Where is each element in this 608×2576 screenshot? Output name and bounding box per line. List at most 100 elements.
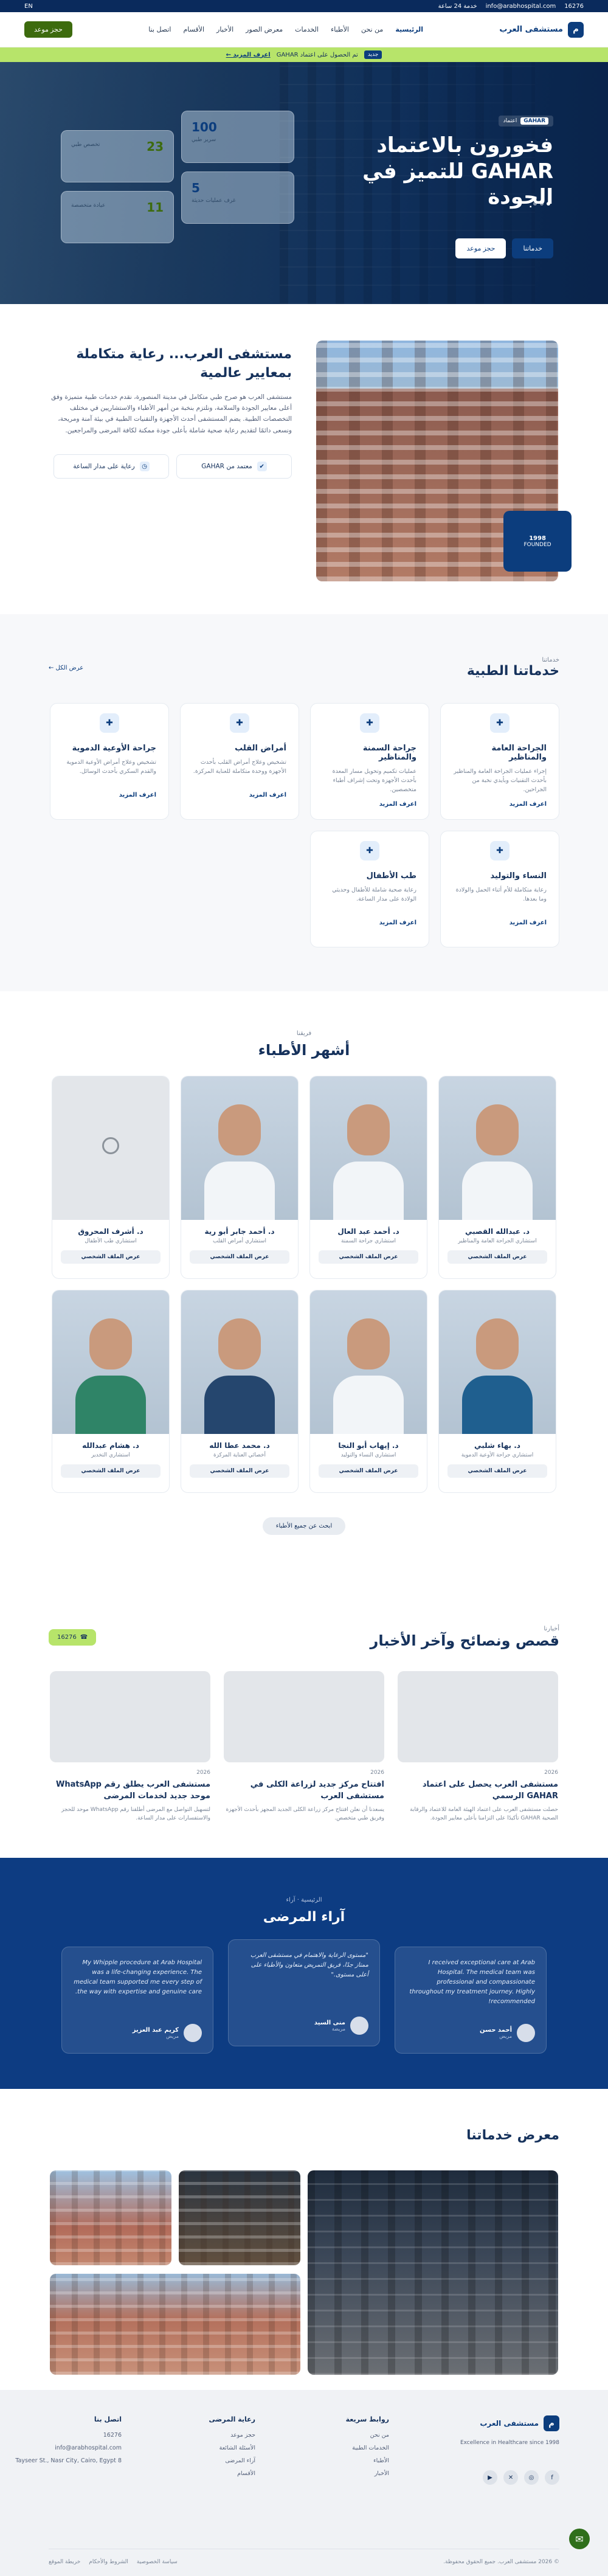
gallery-image-building[interactable] (50, 2274, 300, 2375)
news-title[interactable]: مستشفى العرب يطلق رقم WhatsApp موحد جديد… (50, 1779, 210, 1802)
service-more-link[interactable]: اعرف المزيد (453, 801, 547, 808)
all-doctors-button[interactable]: ابحث عن جميع الأطباء (262, 1517, 346, 1535)
doctor-card[interactable]: د. عبدالله القصبي استشاري الجراحة العامة … (438, 1076, 556, 1279)
nav-about[interactable]: من نحن (361, 26, 383, 33)
sitemap-link[interactable]: خريطة الموقع (49, 2559, 80, 2565)
doctor-card[interactable]: د. أحمد عبد العال استشاري جراحة السمنة عرض… (309, 1076, 427, 1279)
view-all-services-link[interactable]: عرض الكل ← (49, 665, 83, 671)
gallery-image-entrance[interactable] (179, 2170, 300, 2265)
book-appointment-button[interactable]: حجز موعد (24, 21, 72, 38)
footer-link[interactable]: الأطباء (274, 2457, 389, 2464)
view-profile-button[interactable]: عرض الملف الشخصي (447, 1464, 547, 1478)
doctor-specialty: استشاري أمراض القلب (213, 1238, 266, 1244)
footer-link[interactable]: الخدمات الطبية (274, 2445, 389, 2451)
service-more-link[interactable]: اعرف المزيد (193, 792, 286, 798)
nav-contact[interactable]: اتصل بنا (148, 26, 171, 33)
footer-col-title: رعاية المرضى (209, 2415, 255, 2423)
footer-link[interactable]: آراء المرضى (140, 2457, 255, 2464)
doctor-body (75, 1376, 146, 1434)
footer-link[interactable]: الأخبار (274, 2470, 389, 2477)
nav-services[interactable]: الخدمات (295, 26, 319, 33)
view-profile-button[interactable]: عرض الملف الشخصي (319, 1250, 418, 1264)
service-title: أمراض القلب (235, 744, 286, 753)
main-nav: الرئيسية من نحن الأطباء الخدمات معرض الص… (148, 26, 423, 33)
brand[interactable]: م مستشفى العرب (499, 21, 584, 38)
doctor-card[interactable]: د. محمد عطا الله أخصائي العناية المركزة عر… (181, 1290, 299, 1493)
whatsapp-float-button[interactable]: ✉ (569, 2529, 590, 2549)
gallery-image-facade[interactable] (50, 2170, 171, 2265)
gallery-image-night[interactable] (308, 2170, 558, 2375)
doctor-card[interactable]: د. هشام عبدالله استشاري التخدير عرض الملف … (52, 1290, 170, 1493)
view-profile-button[interactable]: عرض الملف الشخصي (61, 1250, 161, 1264)
social-links: f ◎ ✕ ▶ (407, 2470, 559, 2485)
service-more-link[interactable]: اعرف المزيد (63, 792, 156, 798)
services-title: خدماتنا الطبية (466, 663, 559, 679)
footer-link[interactable]: حجز موعد (140, 2432, 255, 2439)
carousel-dot[interactable] (540, 202, 544, 206)
news-date: 2026 (544, 1770, 558, 1776)
terms-link[interactable]: الشروط والأحكام (89, 2559, 128, 2565)
privacy-link[interactable]: سياسة الخصوصية (137, 2559, 178, 2565)
news-image (50, 1671, 210, 1762)
view-profile-button[interactable]: عرض الملف الشخصي (447, 1250, 547, 1264)
footer-quick-links: روابط سريعة من نحن الخدمات الطبية الأطبا… (274, 2415, 389, 2485)
news-card[interactable]: 2026 افتتاح مركز جديد لزراعة الكلى في مست… (224, 1671, 384, 1823)
doctor-name: د. أحمد عبد العال (337, 1227, 399, 1236)
view-profile-button[interactable]: عرض الملف الشخصي (61, 1464, 161, 1478)
founded-badge: 1998 FOUNDED (503, 511, 572, 572)
testimonial-quote: "مستوى الرعاية والاهتمام في مستشفى العرب… (250, 1952, 368, 1978)
footer-link[interactable]: الأسئلة الشائعة (140, 2445, 255, 2451)
hero-book-button[interactable]: حجز موعد (455, 238, 506, 258)
footer-link[interactable]: من نحن (274, 2432, 389, 2439)
announcement-link[interactable]: اعرف المزيد ← (226, 52, 271, 58)
instagram-icon[interactable]: ◎ (524, 2470, 539, 2485)
youtube-icon[interactable]: ▶ (483, 2470, 497, 2485)
language-switch[interactable]: EN (24, 3, 33, 10)
footer-link[interactable]: الأقسام (140, 2470, 255, 2477)
doctor-name: د. عبدالله القصبي (465, 1227, 530, 1236)
service-card[interactable]: ✚ أمراض القلب تشخيص وعلاج أمراض القلب بأحد… (180, 703, 299, 820)
nav-departments[interactable]: الأقسام (183, 26, 204, 33)
news-card[interactable]: 2026 مستشفى العرب يحصل على اعتماد GAHAR ا… (398, 1671, 558, 1823)
phone-text[interactable]: 16276 (564, 3, 584, 10)
stat-card: 5 غرف عمليات حديثة (181, 171, 294, 224)
hero-section: GAHAR اعتماد فخورون بالاعتماد GAHAR للتم… (0, 62, 608, 304)
services-button[interactable]: خدماتنا (512, 238, 553, 258)
service-card[interactable]: ✚ الجراحة العامة والمناظير إجراء عمليات ال… (440, 703, 559, 820)
view-profile-button[interactable]: عرض الملف الشخصي (190, 1250, 289, 1264)
service-card[interactable]: ✚ جراحة السمنة والمناظير عمليات تكميم وتحو… (310, 703, 429, 820)
news-title[interactable]: افتتاح مركز جديد لزراعة الكلى في مستشفى … (224, 1779, 384, 1802)
doctor-photo (52, 1290, 169, 1434)
service-more-link[interactable]: اعرف المزيد (323, 801, 416, 808)
footer-phone[interactable]: 16276 (0, 2432, 122, 2439)
services-grid: ✚ الجراحة العامة والمناظير إجراء عمليات ال… (0, 703, 608, 947)
hotline-chip[interactable]: ☎ 16276 (49, 1629, 97, 1646)
news-title[interactable]: مستشفى العرب يحصل على اعتماد GAHAR الرسم… (398, 1779, 558, 1802)
service-more-link[interactable]: اعرف المزيد (453, 919, 547, 926)
x-icon[interactable]: ✕ (503, 2470, 518, 2485)
service-card[interactable]: ✚ طب الأطفال رعاية صحية شاملة للأطفال وحدي… (310, 831, 429, 947)
nav-home[interactable]: الرئيسية (395, 26, 423, 33)
doctor-card[interactable]: د. أحمد جابر أبو رية استشاري أمراض القلب ع… (181, 1076, 299, 1279)
brand-name: مستشفى العرب (499, 25, 563, 34)
nav-news[interactable]: الأخبار (216, 26, 233, 33)
view-profile-button[interactable]: عرض الملف الشخصي (319, 1464, 418, 1478)
view-profile-button[interactable]: عرض الملف الشخصي (190, 1464, 289, 1478)
doctor-card[interactable]: د. بهاء شلبي استشاري جراحة الأوعية الدموي… (438, 1290, 556, 1493)
footer-email[interactable]: info@arabhospital.com (0, 2445, 122, 2451)
carousel-dot[interactable] (533, 202, 537, 206)
service-card[interactable]: ✚ جراحة الأوعية الدموية تشخيص وعلاج أمراض … (50, 703, 169, 820)
service-more-link[interactable]: اعرف المزيد (323, 919, 416, 926)
carousel-dot[interactable] (547, 202, 550, 206)
accreditation-pill: ✔ معتمد من GAHAR (176, 454, 292, 479)
doctor-card[interactable]: د. أشرف المحروق استشاري طب الأطفال عرض الم… (52, 1076, 170, 1279)
facebook-icon[interactable]: f (545, 2470, 559, 2485)
care-pill: ◷ رعاية على مدار الساعة (54, 454, 169, 479)
site-header: م مستشفى العرب الرئيسية من نحن الأطباء ا… (0, 12, 608, 47)
service-card[interactable]: ✚ النساء والتوليد رعاية متكاملة للأم أثناء… (440, 831, 559, 947)
nav-doctors[interactable]: الأطباء (331, 26, 349, 33)
news-card[interactable]: 2026 مستشفى العرب يطلق رقم WhatsApp موحد … (50, 1671, 210, 1823)
nav-gallery[interactable]: معرض الصور (246, 26, 283, 33)
email-text[interactable]: info@arabhospital.com (486, 3, 556, 10)
doctor-card[interactable]: د. إيهاب أبو النجا استشاري النساء والتولي… (309, 1290, 427, 1493)
